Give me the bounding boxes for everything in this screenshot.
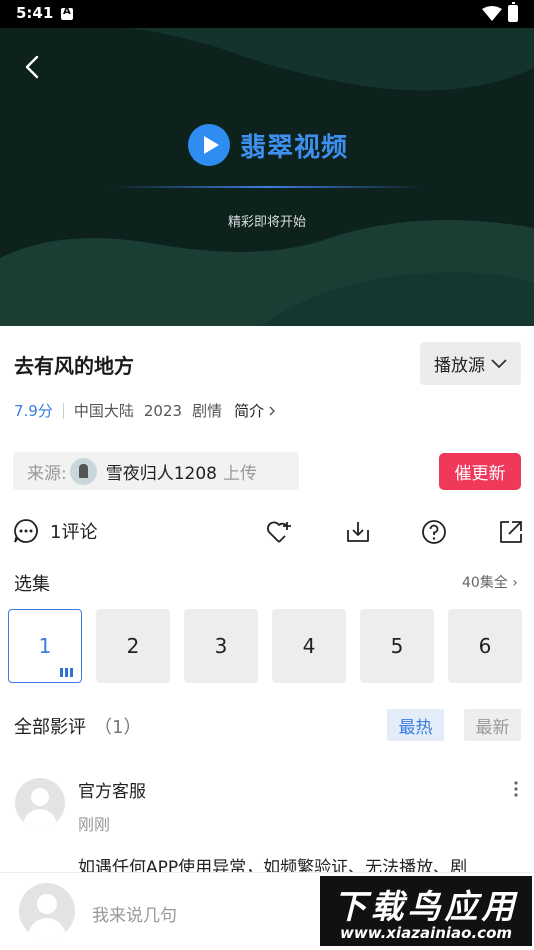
brand-name: 翡翠视频 — [240, 132, 349, 163]
play-source-button[interactable]: 播放源 — [420, 342, 521, 385]
uploader-name: 雪夜归人1208 — [105, 463, 217, 484]
episode-number: 5 — [390, 634, 404, 658]
intro-link[interactable]: 简介 — [234, 400, 264, 421]
comment-count: 1评论 — [50, 522, 98, 543]
review-author[interactable]: 官方客服 — [78, 777, 146, 802]
reviews-title-label: 全部影评 — [14, 717, 86, 738]
episode-item[interactable]: 2 — [96, 609, 170, 683]
comment-input[interactable]: 我来说几句 — [92, 901, 177, 926]
battery-icon — [508, 2, 518, 22]
episode-item[interactable]: 1 — [8, 609, 82, 683]
episode-item[interactable]: 4 — [272, 609, 346, 683]
avatar[interactable] — [15, 778, 65, 828]
show-year: 2023 — [143, 401, 183, 420]
tab-newest[interactable]: 最新 — [464, 709, 521, 741]
show-genre: 剧情 — [192, 402, 223, 420]
show-title: 去有风的地方 — [14, 354, 134, 378]
uploader-info[interactable]: 来源: 雪夜归人1208 上传 — [13, 452, 299, 490]
urge-update-button[interactable]: 催更新 — [439, 453, 521, 490]
heart-add-icon[interactable] — [265, 518, 293, 546]
episode-number: 2 — [126, 634, 140, 658]
uploader-avatar — [69, 457, 97, 485]
episode-number: 3 — [214, 634, 228, 658]
loading-line — [110, 186, 425, 188]
episode-item[interactable]: 5 — [360, 609, 434, 683]
play-logo-icon — [188, 124, 230, 166]
episodes-title: 选集 — [14, 574, 50, 595]
episode-number: 6 — [478, 634, 492, 658]
episode-item[interactable]: 3 — [184, 609, 258, 683]
play-source-label: 播放源 — [434, 356, 485, 376]
player-brand-logo: 翡翠视频 — [188, 124, 348, 166]
more-options-icon[interactable] — [512, 780, 520, 798]
back-arrow-icon[interactable] — [18, 52, 48, 82]
uploader-action: 上传 — [223, 463, 257, 484]
chevron-right-icon: › — [512, 575, 518, 591]
comment-icon — [14, 519, 38, 543]
notification-a-icon — [61, 6, 73, 20]
show-meta: 7.9分 中国大陆 2023 剧情 简介 — [14, 400, 277, 421]
status-bar: 5:41 — [0, 0, 534, 28]
download-icon[interactable] — [344, 518, 372, 546]
reviews-title: 全部影评 （1） — [14, 713, 141, 739]
avatar — [19, 883, 75, 939]
action-bar: 1评论 — [0, 515, 534, 549]
meta-divider — [62, 402, 64, 419]
chevron-right-icon — [269, 406, 276, 415]
tab-hottest[interactable]: 最热 — [387, 709, 444, 741]
status-time: 5:41 — [16, 4, 54, 22]
episode-list: 1 2 3 4 5 6 — [8, 609, 522, 683]
episode-number: 4 — [302, 634, 316, 658]
loading-text: 精彩即将开始 — [227, 215, 306, 230]
episodes-total: 40集全 — [462, 575, 508, 591]
review-time: 刚刚 — [78, 815, 111, 834]
episodes-all-link[interactable]: 40集全 › — [462, 572, 518, 592]
share-icon[interactable] — [497, 518, 525, 546]
watermark-url: www.xiazainiao.com — [339, 924, 513, 942]
wifi-icon — [482, 6, 502, 21]
comment-button[interactable]: 1评论 — [13, 518, 97, 544]
show-region: 中国大陆 — [73, 402, 134, 420]
playing-bars-icon — [60, 668, 73, 677]
watermark-title: 下载鸟应用 — [333, 887, 519, 926]
video-player[interactable]: 翡翠视频 精彩即将开始 — [0, 28, 534, 326]
reviews-count: （1） — [94, 717, 142, 738]
episode-item[interactable]: 6 — [448, 609, 522, 683]
show-score: 7.9分 — [14, 402, 53, 420]
watermark: 下载鸟应用 www.xiazainiao.com — [320, 876, 532, 946]
chevron-down-icon — [491, 358, 507, 368]
uploader-label: 来源: — [27, 463, 67, 484]
episode-number: 1 — [38, 634, 52, 658]
help-icon[interactable] — [420, 518, 448, 546]
player-background — [0, 28, 534, 326]
